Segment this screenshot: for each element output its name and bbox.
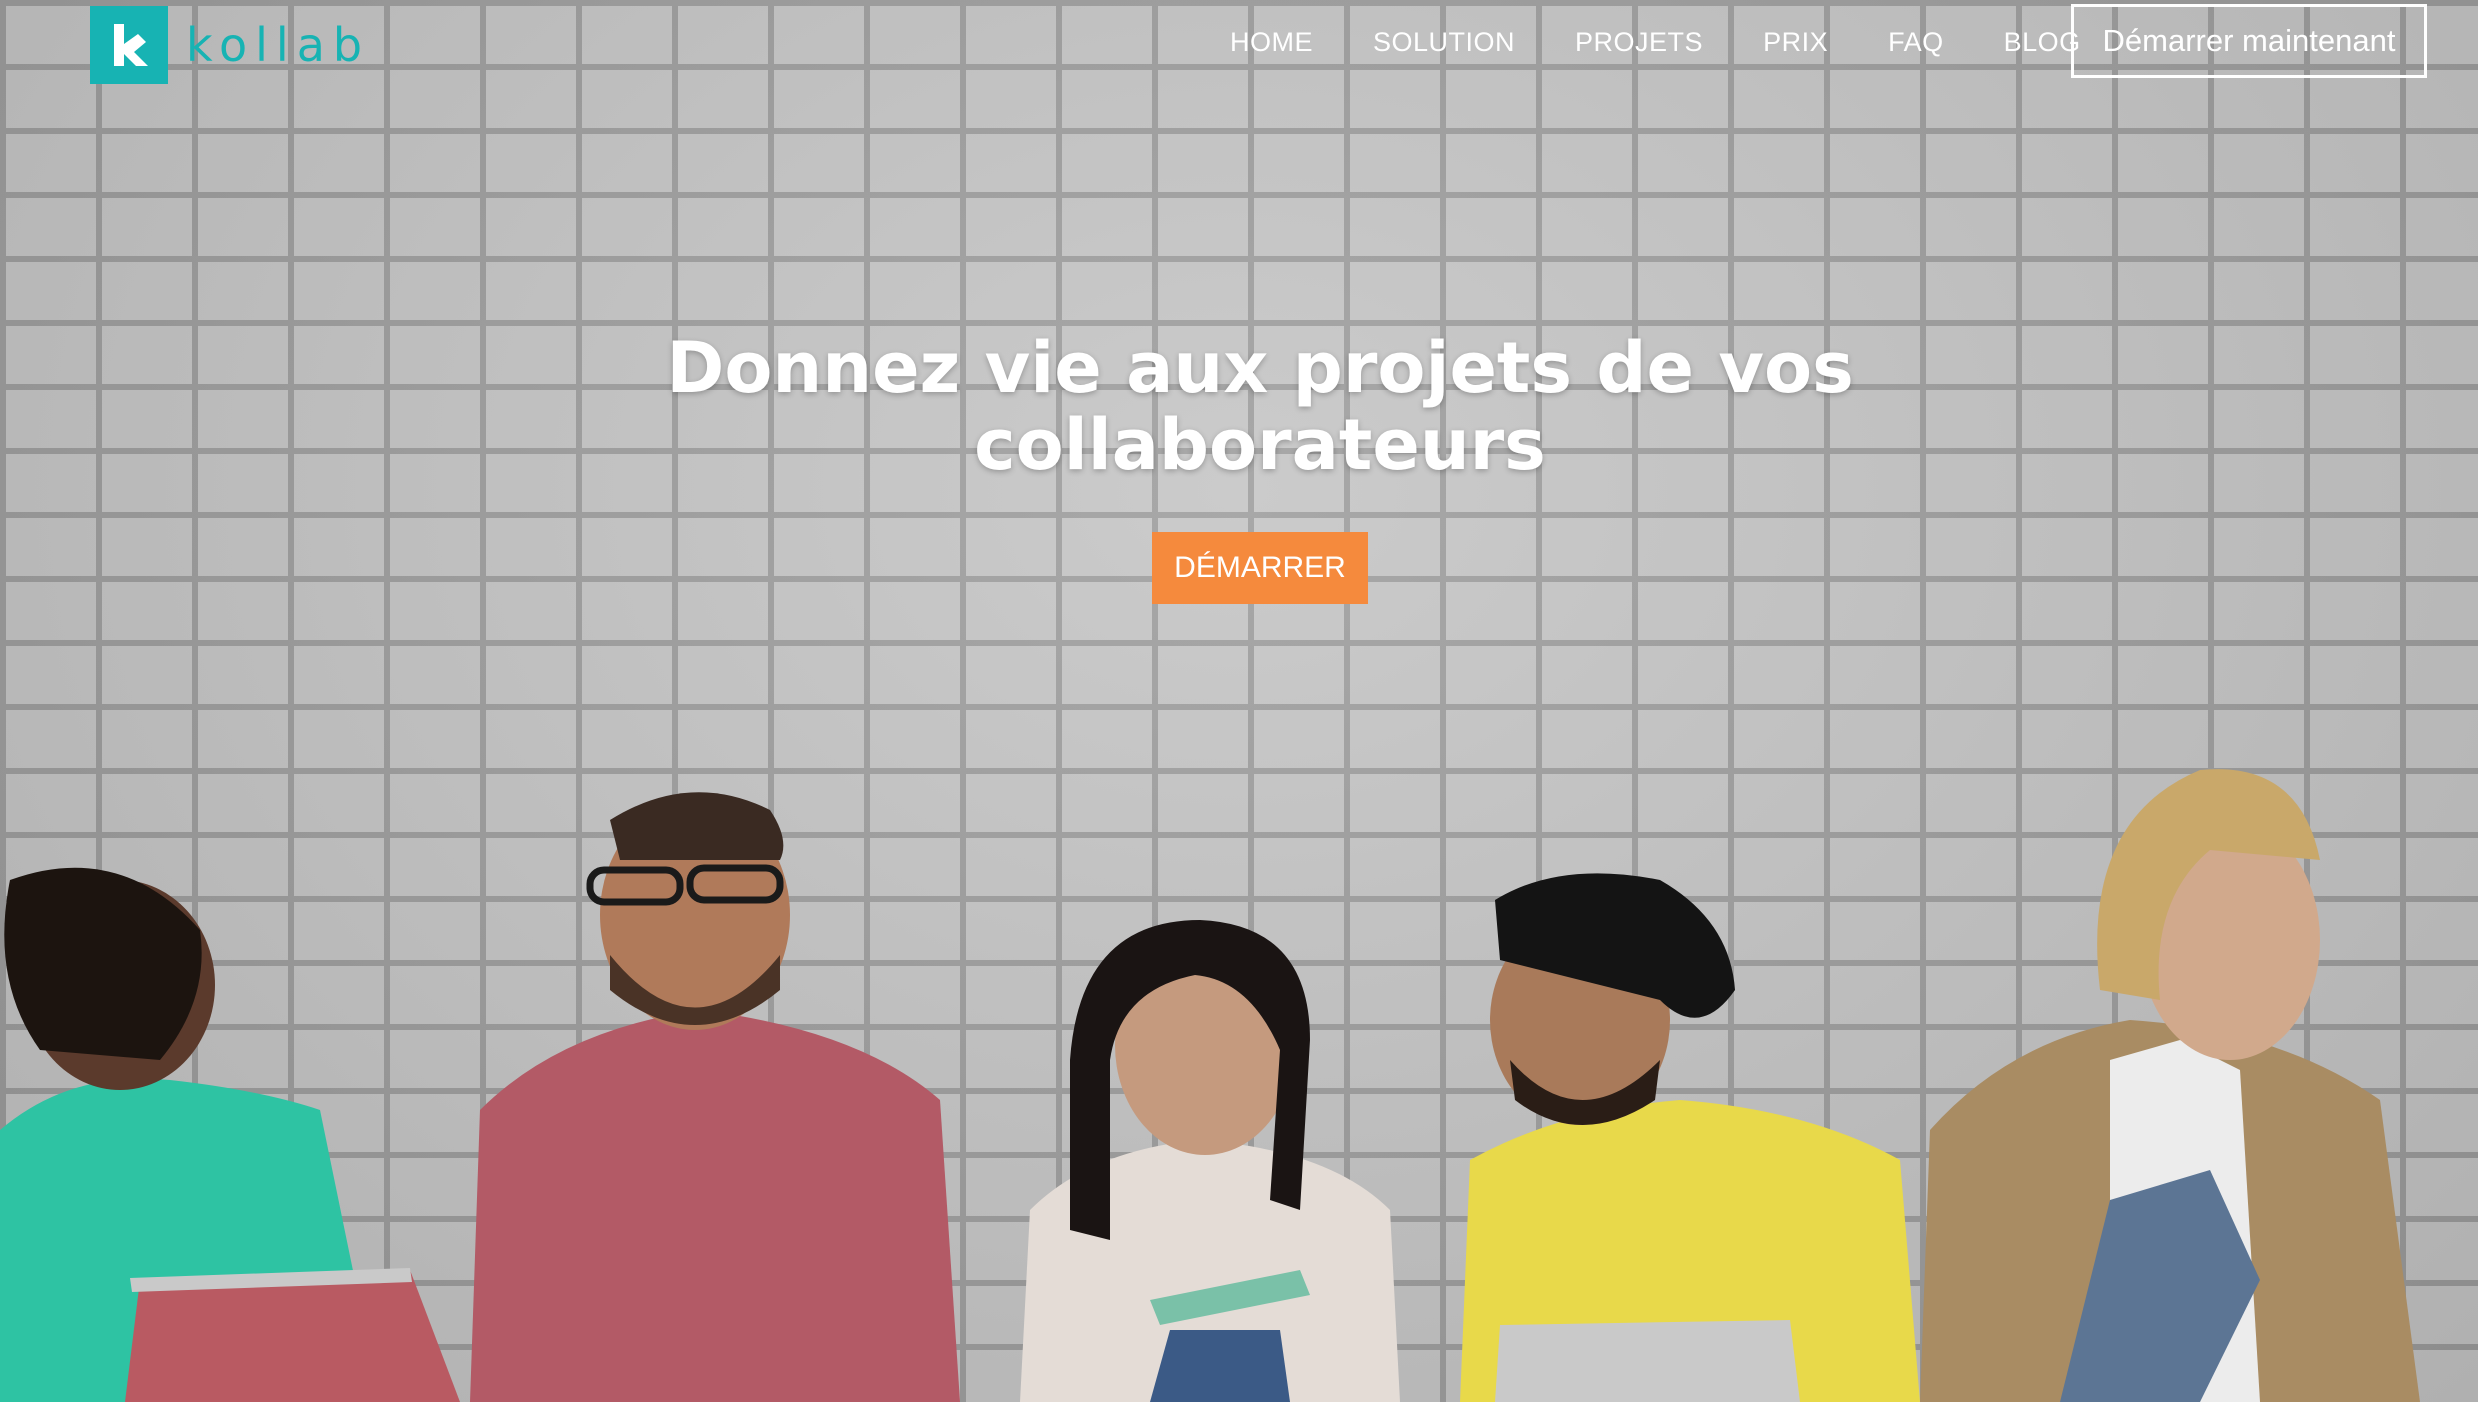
- hero-headline-line-1: Donnez vie aux projets de vos: [666, 327, 1854, 409]
- nav-item-solution[interactable]: SOLUTION: [1343, 22, 1545, 62]
- brand-logo[interactable]: kollab: [90, 6, 370, 84]
- start-button[interactable]: DÉMARRER: [1152, 532, 1368, 604]
- person-woman-white: [1020, 920, 1400, 1402]
- hero-people-photo: [0, 769, 2420, 1402]
- hero-headline: Donnez vie aux projets de vos collaborat…: [0, 330, 2478, 484]
- person-man-plaid: [470, 792, 960, 1402]
- person-man-yellow: [1460, 873, 1920, 1402]
- nav-item-home[interactable]: HOME: [1200, 22, 1343, 62]
- site-header: kollab HOME SOLUTION PROJETS PRIX FAQ BL…: [0, 0, 2478, 90]
- brand-name: kollab: [186, 18, 371, 72]
- hero-headline-line-2: collaborateurs: [974, 404, 1546, 486]
- person-man-tan: [1920, 769, 2420, 1402]
- nav-item-prix[interactable]: PRIX: [1733, 22, 1858, 62]
- nav-item-projets[interactable]: PROJETS: [1545, 22, 1733, 62]
- nav-item-faq[interactable]: FAQ: [1858, 22, 1974, 62]
- start-now-button[interactable]: Démarrer maintenant: [2071, 4, 2427, 78]
- main-nav: HOME SOLUTION PROJETS PRIX FAQ BLOG: [1200, 22, 2111, 62]
- k-logo-icon: [90, 6, 168, 84]
